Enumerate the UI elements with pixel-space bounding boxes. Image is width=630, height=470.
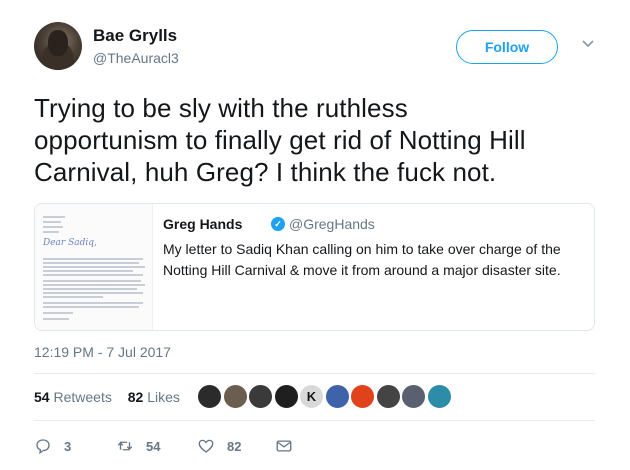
letter-salutation: Dear Sadiq, [43,238,97,248]
likes-count: 82 [127,389,144,405]
like-button[interactable]: 82 [197,436,241,456]
quoted-author-name[interactable]: Greg Hands [163,216,242,232]
likes-stat[interactable]: 82 Likes [128,389,186,405]
quoted-text-line: My letter to Sadiq Khan calling on him t… [163,241,561,257]
tweet-text-line: Carnival, huh Greg? I think the fuck not… [34,157,497,187]
retweets-stat[interactable]: 54 Retweets [34,389,118,405]
chevron-down-icon[interactable] [581,36,595,50]
tweet-text-line: opportunism to finally get rid of Nottin… [34,125,526,155]
liker-avatar[interactable] [273,384,299,409]
quoted-tweet-text: My letter to Sadiq Khan calling on him t… [163,239,583,281]
liker-avatar[interactable] [248,384,273,409]
liker-avatar[interactable] [426,384,452,409]
liker-avatar[interactable] [401,384,426,409]
retweet-button[interactable]: 54 [116,436,160,456]
liker-avatar[interactable] [350,384,375,409]
letter-image[interactable]: Dear Sadiq, [35,204,153,330]
heart-icon [198,439,214,453]
tweet-text: Trying to be sly with the ruthless oppor… [34,92,604,188]
tweet-actions: 3 54 82 [34,436,334,456]
liker-avatar[interactable] [324,384,350,409]
liker-avatar[interactable] [197,384,222,409]
author-handle[interactable]: @TheAuracl3 [93,50,179,66]
tweet-text-line: Trying to be sly with the ruthless [34,93,408,123]
follow-button[interactable]: Follow [456,30,558,64]
direct-message-button[interactable] [275,436,305,456]
retweet-icon [117,441,133,451]
divider [34,420,595,421]
author-name[interactable]: Bae Grylls [93,26,177,46]
envelope-icon [276,440,292,452]
liker-avatar[interactable] [375,384,401,409]
liker-avatar[interactable]: K [299,384,324,409]
divider [34,373,595,374]
retweets-label: Retweets [53,389,112,405]
like-count: 82 [227,438,242,454]
likes-label: Likes [147,389,180,405]
liker-avatar[interactable] [222,384,248,409]
tweet-header: Bae Grylls @TheAuracl3 Follow [34,20,604,72]
reply-button[interactable]: 3 [34,436,71,456]
tweet-timestamp[interactable]: 12:19 PM - 7 Jul 2017 [34,344,171,360]
retweets-count: 54 [34,389,50,405]
verified-badge-icon: ✓ [271,217,285,231]
quoted-tweet[interactable]: Dear Sadiq, Greg Hands ✓ @GregHands My l… [34,203,595,331]
tweet-stats: 54 Retweets 82 Likes [34,389,192,409]
retweet-count: 54 [146,438,161,454]
quoted-text-line: Notting Hill Carnival & move it from aro… [163,262,561,278]
quoted-author-handle[interactable]: @GregHands [289,216,375,232]
author-avatar[interactable] [34,22,82,70]
reply-icon [36,439,50,455]
reply-count: 3 [64,438,72,454]
